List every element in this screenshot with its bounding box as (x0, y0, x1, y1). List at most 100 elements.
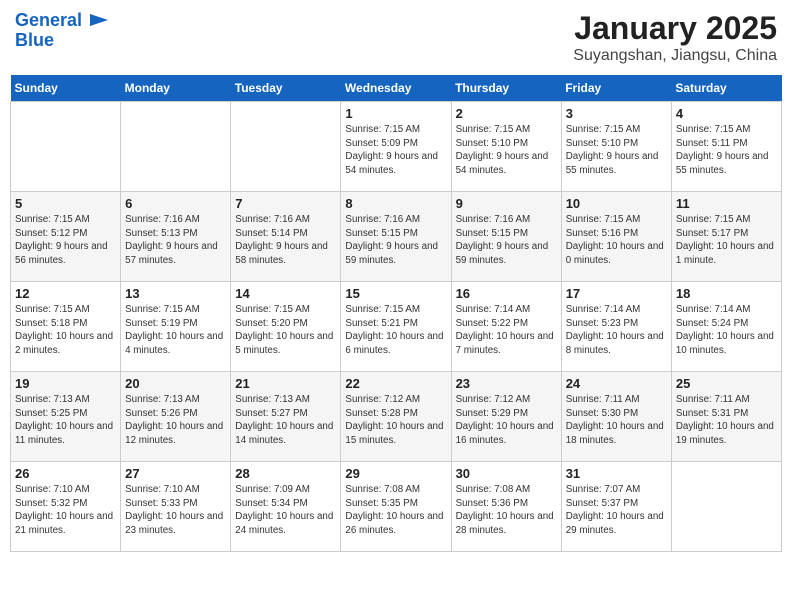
logo-text: General (15, 10, 110, 32)
calendar-day-cell: 16Sunrise: 7:14 AM Sunset: 5:22 PM Dayli… (451, 282, 561, 372)
day-info: Sunrise: 7:09 AM Sunset: 5:34 PM Dayligh… (235, 483, 336, 538)
day-number: 24 (566, 376, 667, 391)
day-number: 23 (456, 376, 557, 391)
calendar-day-cell (671, 462, 781, 552)
calendar-week-row: 12 Sunrise: 7:15 AM Sunset: 5:18 PM Dayli… (11, 282, 782, 372)
day-number: 10 (566, 196, 667, 211)
day-info: Sunrise: 7:15 AM Sunset: 5:16 PM Dayligh… (566, 213, 667, 268)
calendar-week-row: 26Sunrise: 7:10 AM Sunset: 5:32 PM Dayli… (11, 462, 782, 552)
calendar-day-cell: 26Sunrise: 7:10 AM Sunset: 5:32 PM Dayli… (11, 462, 121, 552)
day-info: Sunrise: 7:15 AM Sunset: 5:19 PM Dayligh… (125, 303, 226, 358)
day-of-week-header: Sunday (11, 75, 121, 102)
day-number: 31 (566, 466, 667, 481)
calendar-day-cell: 15Sunrise: 7:15 AM Sunset: 5:21 PM Dayli… (341, 282, 451, 372)
day-number: 4 (676, 106, 777, 121)
day-info: Sunrise: 7:10 AM Sunset: 5:33 PM Dayligh… (125, 483, 226, 538)
day-info: Sunrise: 7:08 AM Sunset: 5:35 PM Dayligh… (345, 483, 446, 538)
day-number: 21 (235, 376, 336, 391)
calendar-day-cell: 9Sunrise: 7:16 AM Sunset: 5:15 PM Daylig… (451, 192, 561, 282)
day-info: Sunrise: 7:11 AM Sunset: 5:31 PM Dayligh… (676, 393, 777, 448)
day-number: 2 (456, 106, 557, 121)
day-number: 13 (125, 286, 226, 301)
day-number: 25 (676, 376, 777, 391)
day-info: Sunrise: 7:15 AM Sunset: 5:11 PM Dayligh… (676, 123, 777, 178)
calendar-day-cell: 31Sunrise: 7:07 AM Sunset: 5:37 PM Dayli… (561, 462, 671, 552)
page-header: General Blue January 2025 Suyangshan, Ji… (10, 10, 782, 65)
day-number: 5 (15, 196, 116, 211)
day-number: 11 (676, 196, 777, 211)
day-number: 15 (345, 286, 446, 301)
calendar-day-cell: 27Sunrise: 7:10 AM Sunset: 5:33 PM Dayli… (121, 462, 231, 552)
calendar-day-cell: 28 Sunrise: 7:09 AM Sunset: 5:34 PM Dayli… (231, 462, 341, 552)
day-number: 28 (235, 466, 336, 481)
day-info: Sunrise: 7:08 AM Sunset: 5:36 PM Dayligh… (456, 483, 557, 538)
logo: General Blue (15, 10, 110, 51)
day-number: 14 (235, 286, 336, 301)
day-of-week-header: Wednesday (341, 75, 451, 102)
calendar-day-cell: 3 Sunrise: 7:15 AM Sunset: 5:10 PM Daylig… (561, 102, 671, 192)
day-of-week-header: Thursday (451, 75, 561, 102)
day-info: Sunrise: 7:16 AM Sunset: 5:15 PM Dayligh… (345, 213, 446, 268)
calendar-day-cell: 2 Sunrise: 7:15 AM Sunset: 5:10 PM Daylig… (451, 102, 561, 192)
calendar-day-cell: 11 Sunrise: 7:15 AM Sunset: 5:17 PM Dayli… (671, 192, 781, 282)
calendar-day-cell (231, 102, 341, 192)
day-of-week-header: Tuesday (231, 75, 341, 102)
day-info: Sunrise: 7:12 AM Sunset: 5:28 PM Dayligh… (345, 393, 446, 448)
day-number: 7 (235, 196, 336, 211)
logo-blue-text: Blue (15, 30, 110, 51)
day-info: Sunrise: 7:15 AM Sunset: 5:18 PM Dayligh… (15, 303, 116, 358)
calendar-day-cell: 14 Sunrise: 7:15 AM Sunset: 5:20 PM Dayli… (231, 282, 341, 372)
calendar-header: SundayMondayTuesdayWednesdayThursdayFrid… (11, 75, 782, 102)
calendar-day-cell: 8 Sunrise: 7:16 AM Sunset: 5:15 PM Daylig… (341, 192, 451, 282)
calendar-day-cell: 19Sunrise: 7:13 AM Sunset: 5:25 PM Dayli… (11, 372, 121, 462)
calendar-day-cell: 6 Sunrise: 7:16 AM Sunset: 5:13 PM Daylig… (121, 192, 231, 282)
calendar-day-cell: 1 Sunrise: 7:15 AM Sunset: 5:09 PM Daylig… (341, 102, 451, 192)
day-number: 12 (15, 286, 116, 301)
day-number: 18 (676, 286, 777, 301)
day-info: Sunrise: 7:13 AM Sunset: 5:25 PM Dayligh… (15, 393, 116, 448)
day-info: Sunrise: 7:11 AM Sunset: 5:30 PM Dayligh… (566, 393, 667, 448)
calendar-day-cell (11, 102, 121, 192)
calendar-day-cell: 13 Sunrise: 7:15 AM Sunset: 5:19 PM Dayli… (121, 282, 231, 372)
day-info: Sunrise: 7:14 AM Sunset: 5:24 PM Dayligh… (676, 303, 777, 358)
calendar-day-cell: 30 Sunrise: 7:08 AM Sunset: 5:36 PM Dayli… (451, 462, 561, 552)
day-info: Sunrise: 7:15 AM Sunset: 5:12 PM Dayligh… (15, 213, 116, 268)
day-number: 26 (15, 466, 116, 481)
calendar-day-cell: 22Sunrise: 7:12 AM Sunset: 5:28 PM Dayli… (341, 372, 451, 462)
calendar-day-cell: 17Sunrise: 7:14 AM Sunset: 5:23 PM Dayli… (561, 282, 671, 372)
day-info: Sunrise: 7:15 AM Sunset: 5:10 PM Dayligh… (566, 123, 667, 178)
day-of-week-header: Saturday (671, 75, 781, 102)
day-info: Sunrise: 7:16 AM Sunset: 5:13 PM Dayligh… (125, 213, 226, 268)
day-number: 1 (345, 106, 446, 121)
day-number: 30 (456, 466, 557, 481)
calendar-day-cell: 24 Sunrise: 7:11 AM Sunset: 5:30 PM Dayli… (561, 372, 671, 462)
calendar-day-cell: 12 Sunrise: 7:15 AM Sunset: 5:18 PM Dayli… (11, 282, 121, 372)
calendar-week-row: 5 Sunrise: 7:15 AM Sunset: 5:12 PM Daylig… (11, 192, 782, 282)
day-of-week-header: Monday (121, 75, 231, 102)
day-info: Sunrise: 7:13 AM Sunset: 5:26 PM Dayligh… (125, 393, 226, 448)
day-info: Sunrise: 7:12 AM Sunset: 5:29 PM Dayligh… (456, 393, 557, 448)
calendar-day-cell: 5 Sunrise: 7:15 AM Sunset: 5:12 PM Daylig… (11, 192, 121, 282)
calendar-table: SundayMondayTuesdayWednesdayThursdayFrid… (10, 75, 782, 552)
day-number: 8 (345, 196, 446, 211)
day-number: 29 (345, 466, 446, 481)
calendar-day-cell: 20 Sunrise: 7:13 AM Sunset: 5:26 PM Dayli… (121, 372, 231, 462)
day-number: 6 (125, 196, 226, 211)
calendar-week-row: 1 Sunrise: 7:15 AM Sunset: 5:09 PM Daylig… (11, 102, 782, 192)
calendar-day-cell: 21Sunrise: 7:13 AM Sunset: 5:27 PM Dayli… (231, 372, 341, 462)
calendar-week-row: 19Sunrise: 7:13 AM Sunset: 5:25 PM Dayli… (11, 372, 782, 462)
day-info: Sunrise: 7:15 AM Sunset: 5:17 PM Dayligh… (676, 213, 777, 268)
calendar-title-block: January 2025 Suyangshan, Jiangsu, China (573, 10, 777, 65)
day-number: 20 (125, 376, 226, 391)
day-info: Sunrise: 7:15 AM Sunset: 5:20 PM Dayligh… (235, 303, 336, 358)
day-info: Sunrise: 7:15 AM Sunset: 5:09 PM Dayligh… (345, 123, 446, 178)
calendar-title: January 2025 (573, 10, 777, 47)
calendar-day-cell: 23 Sunrise: 7:12 AM Sunset: 5:29 PM Dayli… (451, 372, 561, 462)
day-info: Sunrise: 7:15 AM Sunset: 5:10 PM Dayligh… (456, 123, 557, 178)
day-info: Sunrise: 7:14 AM Sunset: 5:22 PM Dayligh… (456, 303, 557, 358)
calendar-body: 1 Sunrise: 7:15 AM Sunset: 5:09 PM Daylig… (11, 102, 782, 552)
calendar-day-cell: 18 Sunrise: 7:14 AM Sunset: 5:24 PM Dayli… (671, 282, 781, 372)
day-number: 9 (456, 196, 557, 211)
day-number: 3 (566, 106, 667, 121)
calendar-subtitle: Suyangshan, Jiangsu, China (573, 47, 777, 65)
